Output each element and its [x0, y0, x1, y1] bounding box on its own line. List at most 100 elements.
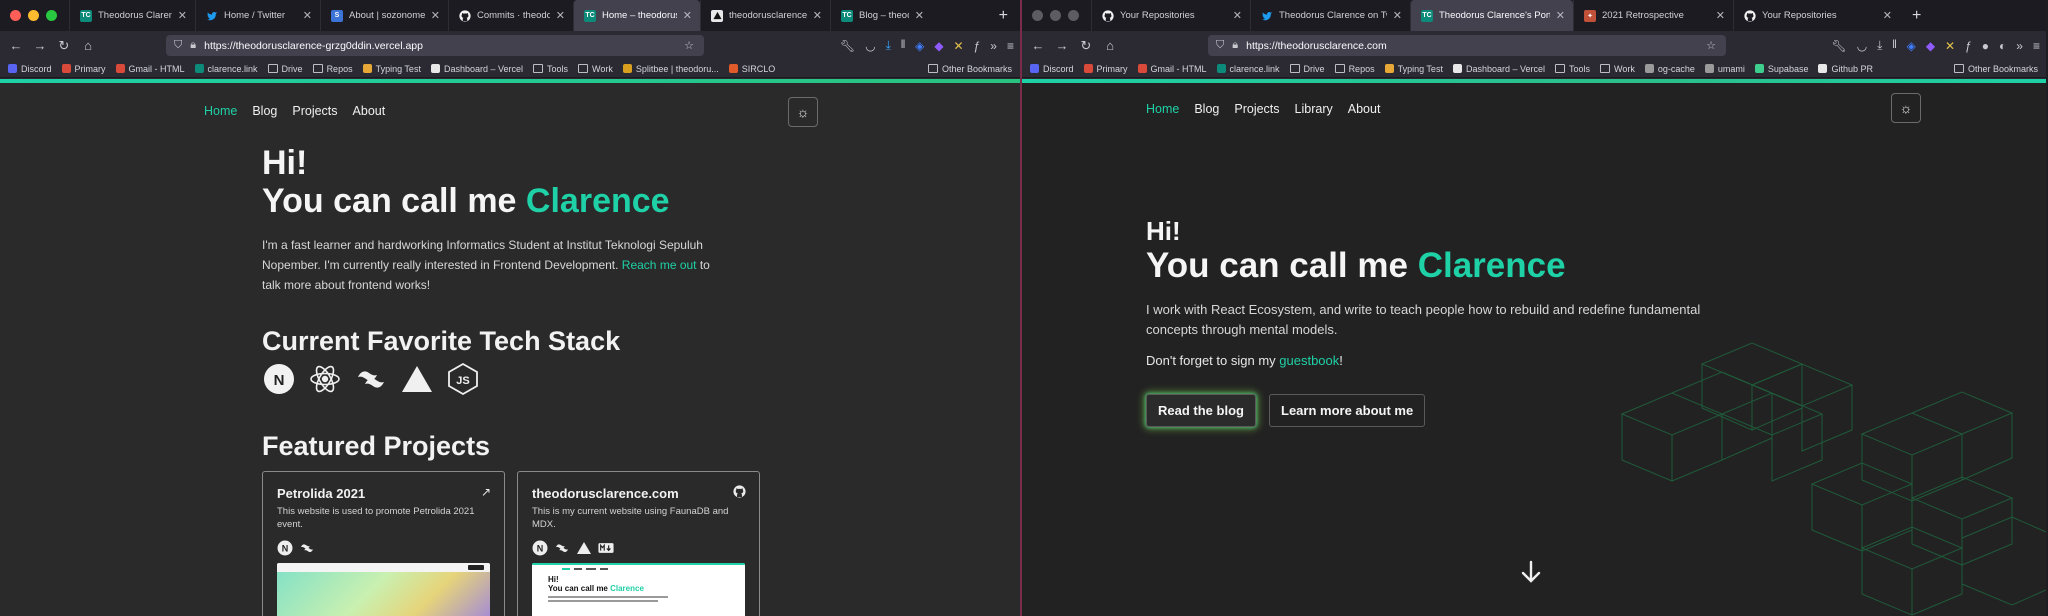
bookmark-item[interactable]: clarence.link	[1216, 64, 1280, 74]
nav-link-blog[interactable]: Blog	[252, 104, 277, 118]
bookmark-item[interactable]: Discord	[1030, 64, 1074, 74]
extension-icon[interactable]: ◆	[1926, 39, 1935, 53]
back-icon[interactable]: ←	[1026, 38, 1050, 53]
overflow-menu-icon[interactable]: »	[990, 39, 997, 53]
bookmark-item[interactable]: Primary	[1083, 64, 1128, 74]
theme-toggle-button[interactable]: ☼	[1891, 93, 1921, 123]
close-window-button[interactable]	[10, 10, 21, 21]
extension-icon[interactable]: ✕	[1945, 39, 1955, 53]
hamburger-menu-icon[interactable]: ≡	[2033, 39, 2040, 53]
browser-tab[interactable]: Theodorus Clarence on Twitter ✕	[1250, 0, 1410, 31]
close-tab-icon[interactable]: ✕	[178, 9, 187, 22]
bookmark-star-icon[interactable]: ☆	[1706, 39, 1716, 52]
nav-link-home[interactable]: Home	[204, 104, 237, 118]
bookmark-item[interactable]: Dashboard – Vercel	[1452, 64, 1545, 74]
extension-icon[interactable]: ƒ	[974, 39, 981, 53]
nav-link-blog[interactable]: Blog	[1194, 102, 1219, 116]
browser-tab[interactable]: theodorusclarence – Deployment ✕	[700, 0, 830, 31]
nav-link-about[interactable]: About	[353, 104, 386, 118]
other-bookmarks-folder[interactable]: Other Bookmarks	[927, 64, 1012, 74]
browser-tab[interactable]: S About | sozonome ✕	[320, 0, 448, 31]
home-icon[interactable]: ⌂	[1098, 38, 1122, 53]
close-tab-icon[interactable]: ✕	[683, 9, 692, 22]
library-icon[interactable]: 𝍪	[901, 35, 905, 56]
url-text[interactable]: https://theodorusclarence.com	[1246, 40, 1387, 52]
bookmark-item[interactable]: Tools	[1555, 64, 1590, 74]
close-window-button[interactable]	[1032, 10, 1043, 21]
browser-tab[interactable]: Your Repositories ✕	[1091, 0, 1250, 31]
minimize-window-button[interactable]	[1050, 10, 1061, 21]
forward-icon[interactable]: →	[28, 38, 52, 53]
bookmark-item[interactable]: Gmail - HTML	[115, 64, 185, 74]
url-bar[interactable]: ⛉ 🔒︎ https://theodorusclarence.com ☆	[1208, 35, 1726, 56]
bookmark-item[interactable]: clarence.link	[194, 64, 258, 74]
maximize-window-button[interactable]	[46, 10, 57, 21]
extension-icon[interactable]: ◈	[1907, 39, 1916, 53]
close-tab-icon[interactable]: ✕	[1716, 9, 1725, 22]
scroll-down-arrow-icon[interactable]	[1520, 560, 1542, 590]
reload-icon[interactable]: ↻	[1074, 38, 1098, 54]
nav-link-home[interactable]: Home	[1146, 102, 1179, 116]
forward-icon[interactable]: →	[1050, 38, 1074, 53]
url-text[interactable]: https://theodorusclarence-grzg0ddin.verc…	[204, 40, 423, 52]
close-tab-icon[interactable]: ✕	[1556, 9, 1565, 22]
lock-icon[interactable]: 🔒︎	[190, 39, 196, 52]
reload-icon[interactable]: ↻	[52, 38, 76, 54]
new-tab-button[interactable]: +	[987, 0, 1020, 31]
bookmark-item[interactable]: Splitbee | theodoru...	[622, 64, 719, 74]
bookmark-item[interactable]: Primary	[61, 64, 106, 74]
minimize-window-button[interactable]	[28, 10, 39, 21]
bookmark-item[interactable]: og-cache	[1644, 64, 1695, 74]
nav-link-library[interactable]: Library	[1295, 102, 1333, 116]
project-card[interactable]: Petrolida 2021 This website is used to p…	[262, 471, 505, 616]
url-bar[interactable]: ⛉ 🔒︎ https://theodorusclarence-grzg0ddin…	[166, 35, 704, 56]
extension-icon[interactable]: ✕	[954, 39, 964, 53]
reach-me-out-link[interactable]: Reach me out	[622, 258, 697, 272]
close-tab-icon[interactable]: ✕	[1393, 9, 1402, 22]
tracking-shield-icon[interactable]: ⛉	[1216, 39, 1224, 52]
bookmark-item[interactable]: Gmail - HTML	[1137, 64, 1207, 74]
browser-tab[interactable]: TC Home – theodorusclarence ✕	[573, 0, 700, 31]
downloads-icon[interactable]: ⤓	[1877, 38, 1882, 53]
bookmark-item[interactable]: Discord	[8, 64, 52, 74]
learn-more-about-me-button[interactable]: Learn more about me	[1269, 394, 1426, 427]
back-icon[interactable]: ←	[4, 38, 28, 53]
bookmark-item[interactable]: Dashboard – Vercel	[430, 64, 523, 74]
browser-tab[interactable]: TC Blog – theodorusclarence ✕	[830, 0, 932, 31]
tools-icon[interactable]: 🔧︎	[840, 39, 855, 53]
bookmark-item[interactable]: Repos	[312, 64, 353, 74]
pocket-icon[interactable]: ◡	[865, 39, 875, 53]
github-icon[interactable]	[733, 485, 746, 501]
close-tab-icon[interactable]: ✕	[813, 9, 822, 22]
browser-tab[interactable]: ✦ 2021 Retrospective ✕	[1573, 0, 1733, 31]
downloads-icon[interactable]: ⤓	[886, 38, 891, 53]
library-icon[interactable]: 𝍪	[1892, 35, 1896, 56]
bookmark-item[interactable]: Drive	[267, 64, 303, 74]
nav-link-projects[interactable]: Projects	[1234, 102, 1279, 116]
maximize-window-button[interactable]	[1068, 10, 1079, 21]
browser-tab[interactable]: Home / Twitter ✕	[195, 0, 320, 31]
close-tab-icon[interactable]: ✕	[303, 9, 312, 22]
bookmark-item[interactable]: Drive	[1289, 64, 1325, 74]
close-tab-icon[interactable]: ✕	[431, 9, 440, 22]
bookmark-star-icon[interactable]: ☆	[684, 39, 694, 52]
bookmark-item[interactable]: SIRCLO	[728, 64, 775, 74]
nav-link-about[interactable]: About	[1348, 102, 1381, 116]
tracking-shield-icon[interactable]: ⛉	[174, 39, 182, 52]
bookmark-item[interactable]: Typing Test	[1384, 64, 1443, 74]
bookmark-item[interactable]: Repos	[1334, 64, 1375, 74]
close-tab-icon[interactable]: ✕	[1233, 9, 1242, 22]
bookmark-item[interactable]: Work	[1600, 64, 1635, 74]
bookmark-item[interactable]: Supabase	[1754, 64, 1808, 74]
project-card[interactable]: theodorusclarence.com This is my current…	[517, 471, 760, 616]
nav-link-projects[interactable]: Projects	[292, 104, 337, 118]
close-tab-icon[interactable]: ✕	[915, 9, 924, 22]
hamburger-menu-icon[interactable]: ≡	[1007, 39, 1014, 53]
browser-tab[interactable]: TC Theodorus Clarence's Portfolio ✕	[1410, 0, 1573, 31]
browser-tab[interactable]: TC Theodorus Clarence's ✕	[69, 0, 195, 31]
bookmark-item[interactable]: Work	[578, 64, 613, 74]
extension-icon[interactable]: ◆	[934, 39, 943, 53]
bookmark-item[interactable]: Tools	[533, 64, 568, 74]
read-the-blog-button[interactable]: Read the blog	[1146, 394, 1256, 427]
browser-tab[interactable]: Commits · theodorusclarence ✕	[448, 0, 573, 31]
